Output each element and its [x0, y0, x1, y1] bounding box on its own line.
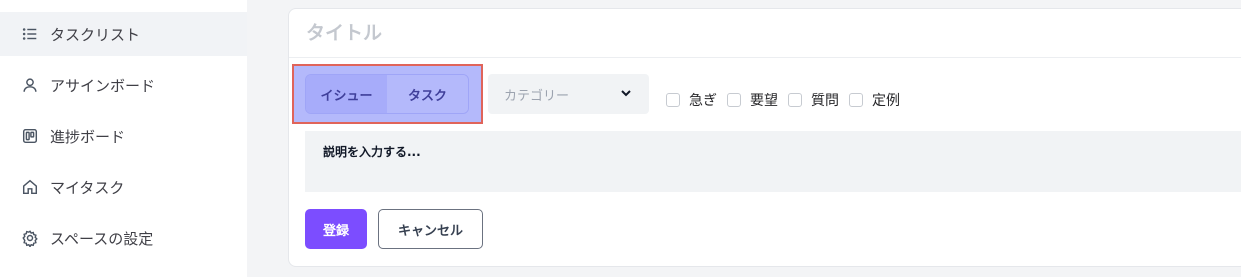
tag-label: 要望 — [750, 93, 778, 109]
checkbox[interactable] — [727, 93, 741, 107]
user-icon — [20, 75, 40, 95]
toggle-issue-button[interactable]: イシュー — [306, 75, 387, 113]
sidebar-item-label: マイタスク — [50, 178, 125, 197]
tag-regular[interactable]: 定例 — [849, 90, 900, 110]
cancel-button[interactable]: キャンセル — [378, 209, 483, 249]
gear-icon — [20, 228, 40, 248]
sidebar-item-label: タスクリスト — [50, 25, 141, 44]
checkbox[interactable] — [849, 93, 863, 107]
tag-label: 急ぎ — [689, 93, 717, 109]
sidebar-item-my-tasks[interactable]: マイタスク — [0, 165, 247, 209]
sidebar-item-progress-board[interactable]: 進捗ボード — [0, 114, 247, 158]
register-button[interactable]: 登録 — [305, 209, 367, 249]
type-toggle: イシュー タスク — [305, 74, 469, 114]
checkbox[interactable] — [788, 93, 802, 107]
checkbox[interactable] — [666, 93, 680, 107]
tag-checkboxes: 急ぎ 要望 質問 定例 — [666, 90, 910, 110]
home-icon — [20, 177, 40, 197]
sidebar-item-label: 進捗ボード — [50, 127, 126, 146]
sidebar-item-label: アサインボード — [50, 76, 156, 95]
category-placeholder: カテゴリー — [504, 88, 570, 104]
description-input[interactable] — [323, 143, 1223, 180]
sidebar-item-space-settings[interactable]: スペースの設定 — [0, 216, 247, 260]
tag-label: 定例 — [872, 93, 900, 109]
tag-urgent[interactable]: 急ぎ — [666, 90, 717, 110]
tag-label: 質問 — [811, 93, 839, 109]
toggle-task-button[interactable]: タスク — [387, 75, 468, 113]
list-icon — [20, 24, 40, 44]
sidebar-item-assign-board[interactable]: アサインボード — [0, 63, 247, 107]
sidebar-item-task-list[interactable]: タスクリスト — [0, 12, 247, 56]
title-input[interactable] — [306, 18, 1206, 48]
chevron-down-icon — [619, 85, 633, 104]
sidebar: タスクリスト アサインボード 進捗ボード マイタスク スペースの設定 — [0, 0, 247, 277]
category-select[interactable]: カテゴリー — [488, 74, 649, 114]
board-icon — [20, 126, 40, 146]
description-area — [305, 131, 1241, 192]
title-divider — [289, 57, 1241, 58]
tag-question[interactable]: 質問 — [788, 90, 839, 110]
tag-request[interactable]: 要望 — [727, 90, 778, 110]
sidebar-item-label: スペースの設定 — [50, 229, 154, 248]
